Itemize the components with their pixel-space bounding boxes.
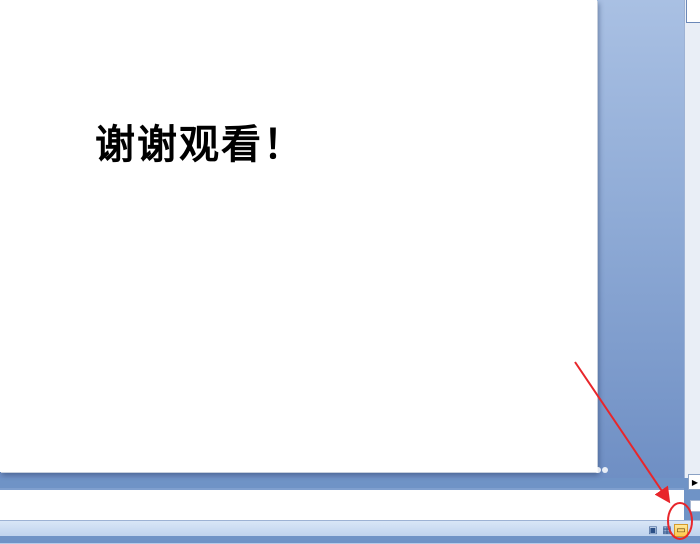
normal-view-icon[interactable]: ▣ (646, 524, 660, 537)
slide-canvas[interactable]: 谢谢观看！ (0, 0, 597, 472)
slide-thumbnail[interactable] (686, 0, 700, 23)
notes-pane[interactable] (0, 488, 684, 523)
slide-text-box[interactable]: 谢谢观看！ (95, 112, 305, 170)
slides-pane (684, 0, 700, 478)
status-bar-edge (0, 536, 700, 543)
pane-layout-icon[interactable] (690, 500, 700, 512)
slide-show-view-icon[interactable]: ▭ (674, 524, 688, 537)
slide-sorter-view-icon[interactable]: ▦ (660, 524, 674, 537)
play-icon[interactable]: ▶ (688, 474, 700, 490)
resize-handle[interactable] (595, 466, 609, 474)
